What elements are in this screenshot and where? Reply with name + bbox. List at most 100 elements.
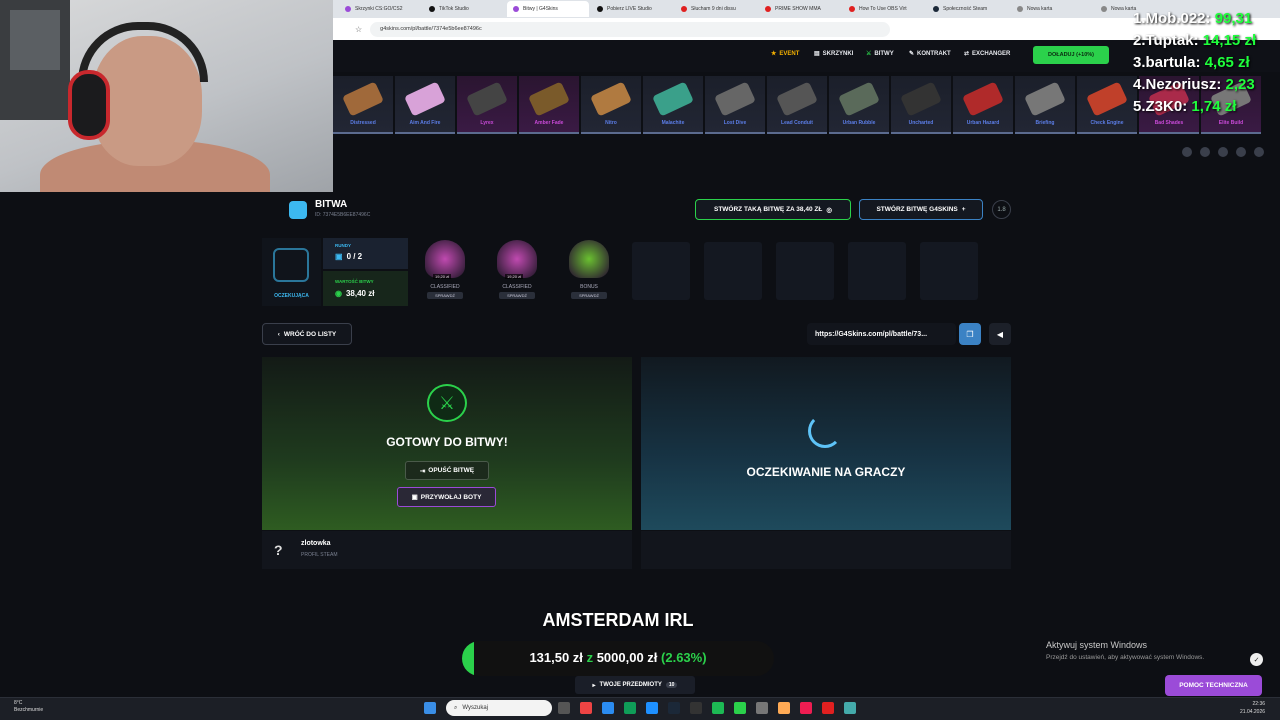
leave-battle-button[interactable]: ⇥ OPUŚĆ BITWĘ	[405, 461, 489, 480]
facebook-icon[interactable]	[1182, 147, 1192, 157]
drop-item[interactable]: Uncharted	[891, 76, 951, 134]
drop-item[interactable]: Urban Rubble	[829, 76, 889, 134]
battle-value-box: WARTOŚĆ BITWY ◉ 38,40 zł	[323, 271, 408, 306]
taskbar-app-icon[interactable]	[690, 702, 702, 714]
copy-link-button[interactable]: ❐	[959, 323, 981, 345]
taskbar-app-icon[interactable]	[580, 702, 592, 714]
drop-item[interactable]: Amber Fade	[519, 76, 579, 134]
tech-support-button[interactable]: POMOC TECHNICZNA	[1165, 675, 1262, 696]
taskbar-app-icon[interactable]	[602, 702, 614, 714]
battle-case[interactable]: BONUS SPRAWDŹ	[559, 240, 619, 304]
windows-start-icon[interactable]	[424, 702, 436, 714]
box-icon: ▤	[814, 51, 820, 57]
drop-item[interactable]: Distressed	[333, 76, 393, 134]
browser-tab[interactable]: How To Use OBS Virt	[843, 1, 925, 17]
nav-battles[interactable]: ⚔ BITWY	[866, 50, 894, 58]
browser-tab[interactable]: Pobierz LIVE Studio	[591, 1, 673, 17]
skin-name: Lost Dive	[723, 120, 747, 126]
empty-slot	[920, 242, 978, 300]
taskbar-app-icon[interactable]	[822, 702, 834, 714]
browser-tab[interactable]: Społeczność Steam	[927, 1, 1009, 17]
leaderboard-name: 1.Mob.022:	[1133, 10, 1215, 27]
taskbar-app-icon[interactable]	[712, 702, 724, 714]
url-field[interactable]: g4skins.com/pl/battle/7374e5b6ee87496c	[370, 21, 891, 37]
leaderboard-value: 14,15 zł	[1202, 32, 1257, 49]
bookmark-icon[interactable]: ☆	[355, 25, 362, 34]
taskbar-app-icon[interactable]	[624, 702, 636, 714]
weather-widget[interactable]: 8°C Bezchmurnie	[14, 700, 43, 714]
taskbar-app-icon[interactable]	[800, 702, 812, 714]
browser-tab[interactable]: PRIME SHOW MMA	[759, 1, 841, 17]
topup-button[interactable]: DOŁADUJ (+10%)	[1033, 46, 1109, 64]
call-bots-button[interactable]: ▣ PRZYWOŁAJ BOTY	[397, 487, 496, 507]
sound-toggle-button[interactable]: ◀	[989, 323, 1011, 345]
drop-item[interactable]: Urban Hazard	[953, 76, 1013, 134]
drop-item[interactable]: Malachite	[643, 76, 703, 134]
empty-slot	[848, 242, 906, 300]
battle-case[interactable]: 19,20 zł CLASSIFIED SPRAWDŹ	[415, 240, 475, 304]
browser-tab[interactable]: Słucham 9 dni dissu	[675, 1, 757, 17]
create-g4skins-battle-button[interactable]: STWÓRZ BITWĘ G4SKINS +	[859, 199, 983, 220]
case-check-button[interactable]: SPRAWDŹ	[571, 292, 607, 299]
taskbar-search[interactable]: ⌕ Wyszukaj	[446, 700, 552, 716]
drop-item[interactable]: Nitro	[581, 76, 641, 134]
taskbar-clock: 22:36 21.04.2026	[1240, 701, 1266, 715]
drop-item[interactable]: Lyrex	[457, 76, 517, 134]
browser-tab[interactable]: Nowa karta	[1011, 1, 1093, 17]
browser-tab[interactable]: Skrzynki CS:GO/CS2	[339, 1, 421, 17]
telegram-icon[interactable]	[1254, 147, 1264, 157]
waiting-text: OCZEKIWANIE NA GRACZY	[746, 465, 906, 479]
drop-item[interactable]: Check Engine	[1077, 76, 1137, 134]
instagram-icon[interactable]	[1200, 147, 1210, 157]
taskbar-app-icon[interactable]	[756, 702, 768, 714]
steam-profile-link[interactable]: PROFIL STEAM	[301, 552, 338, 558]
browser-tab[interactable]: TikTok Studio	[423, 1, 505, 17]
nav-exchanger[interactable]: ⇄ EXCHANGER	[964, 50, 1010, 58]
wall-poster-inner	[10, 10, 60, 70]
leaderboard-entry: 4.Nezoriusz: 2,23	[1133, 74, 1280, 96]
browser-tab[interactable]: Bitwy | G4Skins	[507, 1, 589, 17]
taskbar-app-icon[interactable]	[668, 702, 680, 714]
nav-event[interactable]: ★ EVENT	[771, 50, 799, 58]
your-items-button[interactable]: ▸ TWOJE PRZEDMIOTY 10	[575, 676, 695, 694]
taskbar-app-icon[interactable]	[734, 702, 746, 714]
donation-leaderboard: 1.Mob.022: 99,31 2.Tuptak: 14,15 zł 3.bart…	[1133, 8, 1280, 118]
drop-item[interactable]: Lead Conduit	[767, 76, 827, 134]
drop-item[interactable]: Briefing	[1015, 76, 1075, 134]
drop-item[interactable]: Aim And Fire	[395, 76, 455, 134]
skin-image	[714, 81, 756, 117]
create-same-battle-button[interactable]: STWÓRZ TAKĄ BITWĘ ZA 38,40 ZŁ ◎	[695, 199, 851, 220]
chat-icon[interactable]: ✓	[1250, 653, 1263, 666]
skin-name: Elite Build	[1218, 120, 1244, 126]
x-icon[interactable]	[1218, 147, 1228, 157]
battle-link-field[interactable]: https://G4Skins.com/pl/battle/73...	[807, 323, 956, 345]
windows-taskbar	[0, 697, 1280, 720]
battle-case[interactable]: 19,20 zł CLASSIFIED SPRAWDŹ	[487, 240, 547, 304]
taskbar-app-icon[interactable]	[558, 702, 570, 714]
tab-favicon-icon	[681, 6, 687, 12]
taskbar-app-icon[interactable]	[844, 702, 856, 714]
rounds-box: RUNDY ▣ 0 / 2	[323, 238, 408, 269]
nav-contract[interactable]: ✎ KONTRAKT	[909, 50, 951, 58]
taskbar-app-icon[interactable]	[778, 702, 790, 714]
case-check-button[interactable]: SPRAWDŹ	[427, 292, 463, 299]
leaderboard-name: 2.Tuptak:	[1133, 32, 1203, 49]
tab-label: Skrzynki CS:GO/CS2	[355, 6, 403, 12]
player-card-right	[641, 531, 1011, 569]
player-name[interactable]: zlotowka	[301, 540, 331, 547]
leaderboard-value: 2,23	[1225, 76, 1255, 93]
skin-image	[528, 81, 570, 117]
case-check-button[interactable]: SPRAWDŹ	[499, 292, 535, 299]
taskbar-app-icon[interactable]	[646, 702, 658, 714]
case-price: 19,20 zł	[433, 274, 452, 279]
back-to-list-button[interactable]: ‹ WRÓĆ DO LISTY	[262, 323, 352, 345]
leaderboard-value: 4,65 zł	[1204, 54, 1250, 71]
skin-name: Lyrex	[480, 120, 494, 126]
windows-activation-sub: Przejdź do ustawień, aby aktywować syste…	[1046, 654, 1205, 661]
drop-item[interactable]: Lost Dive	[705, 76, 765, 134]
discord-icon[interactable]	[1236, 147, 1246, 157]
battle-id: ID: 7374E5B6EE87496C	[315, 212, 371, 218]
nav-cases[interactable]: ▤ SKRZYNKI	[814, 50, 853, 58]
skin-image	[652, 81, 694, 117]
exit-icon: ⇥	[419, 467, 426, 475]
